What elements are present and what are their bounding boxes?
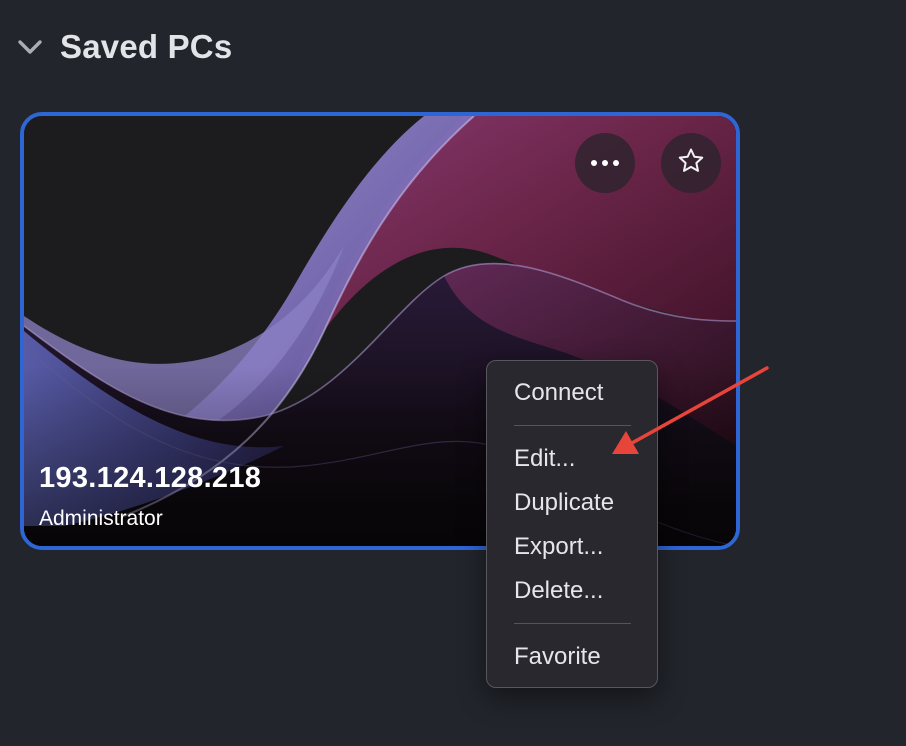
pc-username: Administrator bbox=[39, 507, 163, 530]
menu-item-export[interactable]: Export... bbox=[487, 527, 657, 567]
context-menu: Connect Edit... Duplicate Export... Dele… bbox=[486, 360, 658, 688]
saved-pcs-section-header[interactable]: Saved PCs bbox=[16, 24, 232, 70]
menu-item-favorite[interactable]: Favorite bbox=[487, 637, 657, 677]
menu-separator bbox=[514, 623, 631, 624]
menu-separator bbox=[514, 425, 631, 426]
section-title: Saved PCs bbox=[60, 28, 233, 65]
menu-item-edit[interactable]: Edit... bbox=[487, 439, 657, 479]
star-outline-icon bbox=[676, 146, 706, 181]
favorite-button[interactable] bbox=[661, 133, 721, 193]
more-options-button[interactable] bbox=[575, 133, 635, 193]
menu-item-delete[interactable]: Delete... bbox=[487, 571, 657, 611]
menu-item-duplicate[interactable]: Duplicate bbox=[487, 483, 657, 523]
pc-address: 193.124.128.218 bbox=[39, 462, 262, 494]
menu-item-connect[interactable]: Connect bbox=[487, 373, 657, 413]
app-window: Saved PCs 193.124.128.218 Administrator … bbox=[0, 0, 906, 746]
ellipsis-icon bbox=[590, 154, 620, 172]
chevron-down-icon[interactable] bbox=[16, 33, 44, 61]
